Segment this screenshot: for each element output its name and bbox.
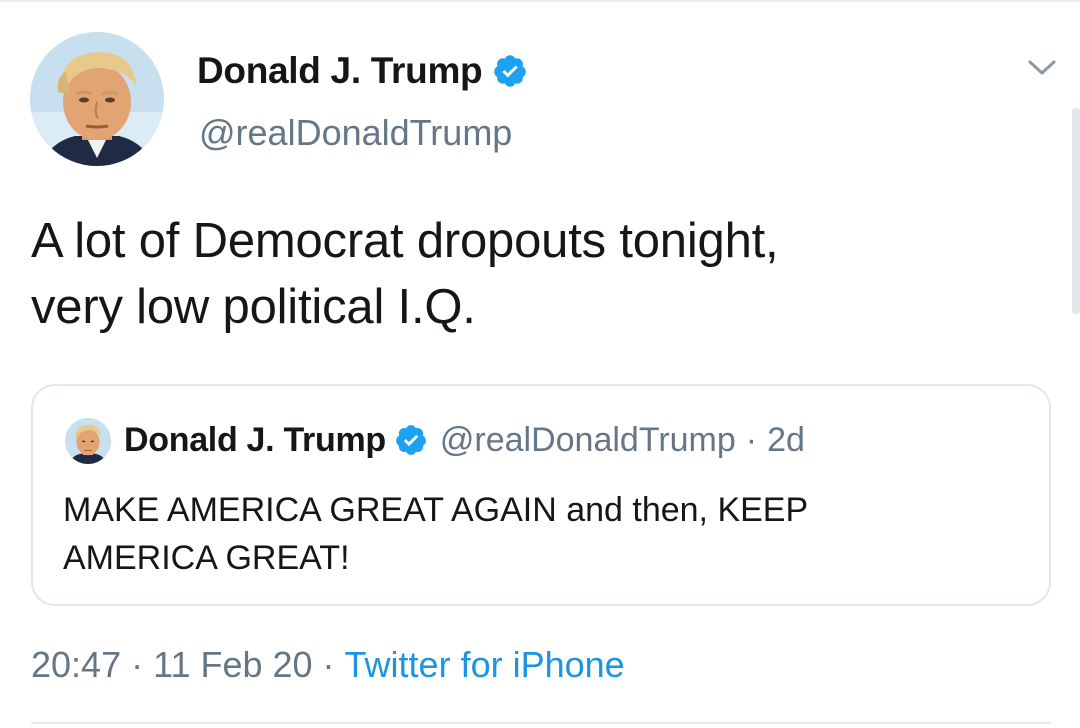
separator-dot: · [322, 644, 335, 685]
tweet-time[interactable]: 20:47 [31, 644, 121, 686]
quoted-author-avatar [65, 418, 111, 464]
tweet-date[interactable]: 11 Feb 20 [153, 644, 312, 686]
bottom-divider [31, 722, 1051, 724]
tweet-detail: Donald J. Trump @realDonaldTrump A lot o… [0, 0, 1080, 728]
author-avatar[interactable] [30, 32, 164, 166]
avatar-photo [30, 32, 164, 166]
quoted-tweet-card[interactable]: Donald J. Trump @realDonaldTrump · 2d MA… [31, 384, 1051, 606]
verified-badge-icon [394, 423, 428, 457]
scrollbar[interactable] [1072, 108, 1080, 314]
tweet-source-link[interactable]: Twitter for iPhone [345, 644, 625, 686]
verified-badge-icon [492, 53, 528, 89]
author-name-row[interactable]: Donald J. Trump [197, 48, 528, 94]
tweet-text: A lot of Democrat dropouts tonight, very… [31, 214, 779, 334]
separator-dot: · [131, 644, 144, 685]
quoted-tweet-text: MAKE AMERICA GREAT AGAIN and then, KEEP … [63, 491, 808, 577]
author-name[interactable]: Donald J. Trump [197, 50, 483, 92]
quoted-author-handle: @realDonaldTrump [439, 420, 736, 459]
chevron-down-icon[interactable] [1026, 58, 1058, 78]
quoted-avatar-photo [65, 418, 111, 464]
quoted-author-name: Donald J. Trump [124, 420, 386, 459]
quoted-tweet-header: Donald J. Trump @realDonaldTrump · 2d [124, 416, 805, 464]
separator-dot: · [745, 420, 758, 459]
tweet-meta: 20:47 · 11 Feb 20 · Twitter for iPhone [31, 644, 625, 686]
quoted-tweet-time: 2d [767, 420, 805, 459]
author-handle[interactable]: @realDonaldTrump [199, 112, 512, 154]
top-divider [0, 0, 1080, 2]
